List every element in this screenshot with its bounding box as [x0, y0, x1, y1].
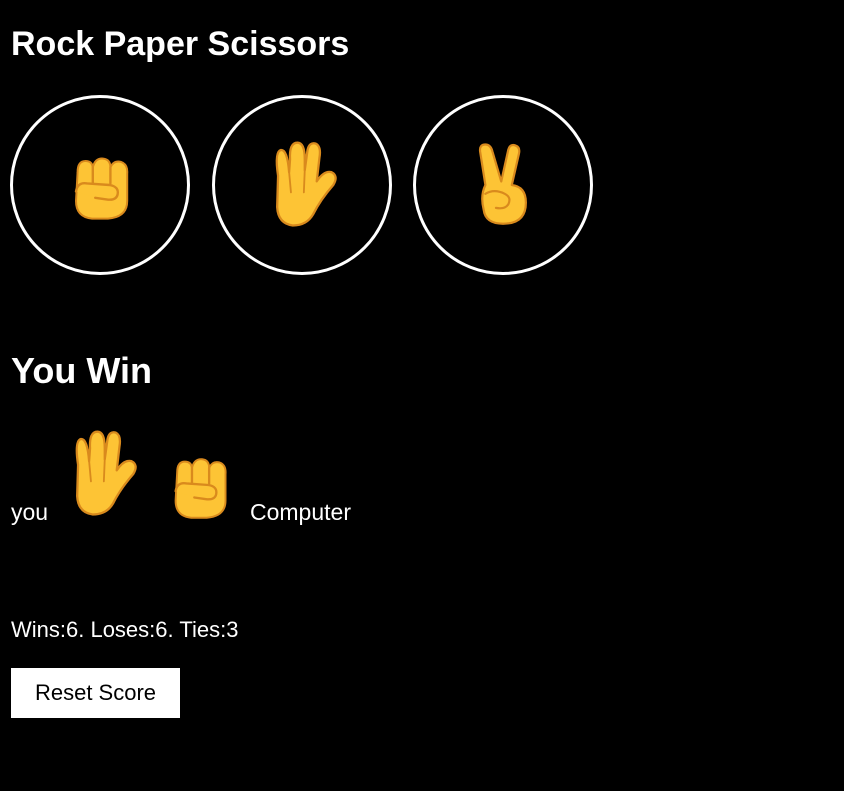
raised-fist-icon [60, 145, 140, 225]
paper-button[interactable] [212, 95, 392, 275]
computer-move-raised-fist-icon [160, 446, 238, 524]
result-text: You Win [11, 350, 152, 391]
raised-hand-icon [256, 139, 348, 231]
game-page: Rock Paper Scissors You Win you Computer… [0, 0, 844, 791]
victory-hand-icon [459, 141, 547, 229]
computer-label: Computer [250, 499, 351, 525]
score-text: Wins:6. Loses:6. Ties:3 [11, 617, 239, 642]
rock-button[interactable] [10, 95, 190, 275]
page-title: Rock Paper Scissors [11, 25, 350, 63]
player-move-raised-hand-icon [56, 428, 148, 520]
reset-score-button[interactable]: Reset Score [11, 668, 180, 718]
scissors-button[interactable] [413, 95, 593, 275]
player-label: you [11, 499, 49, 525]
